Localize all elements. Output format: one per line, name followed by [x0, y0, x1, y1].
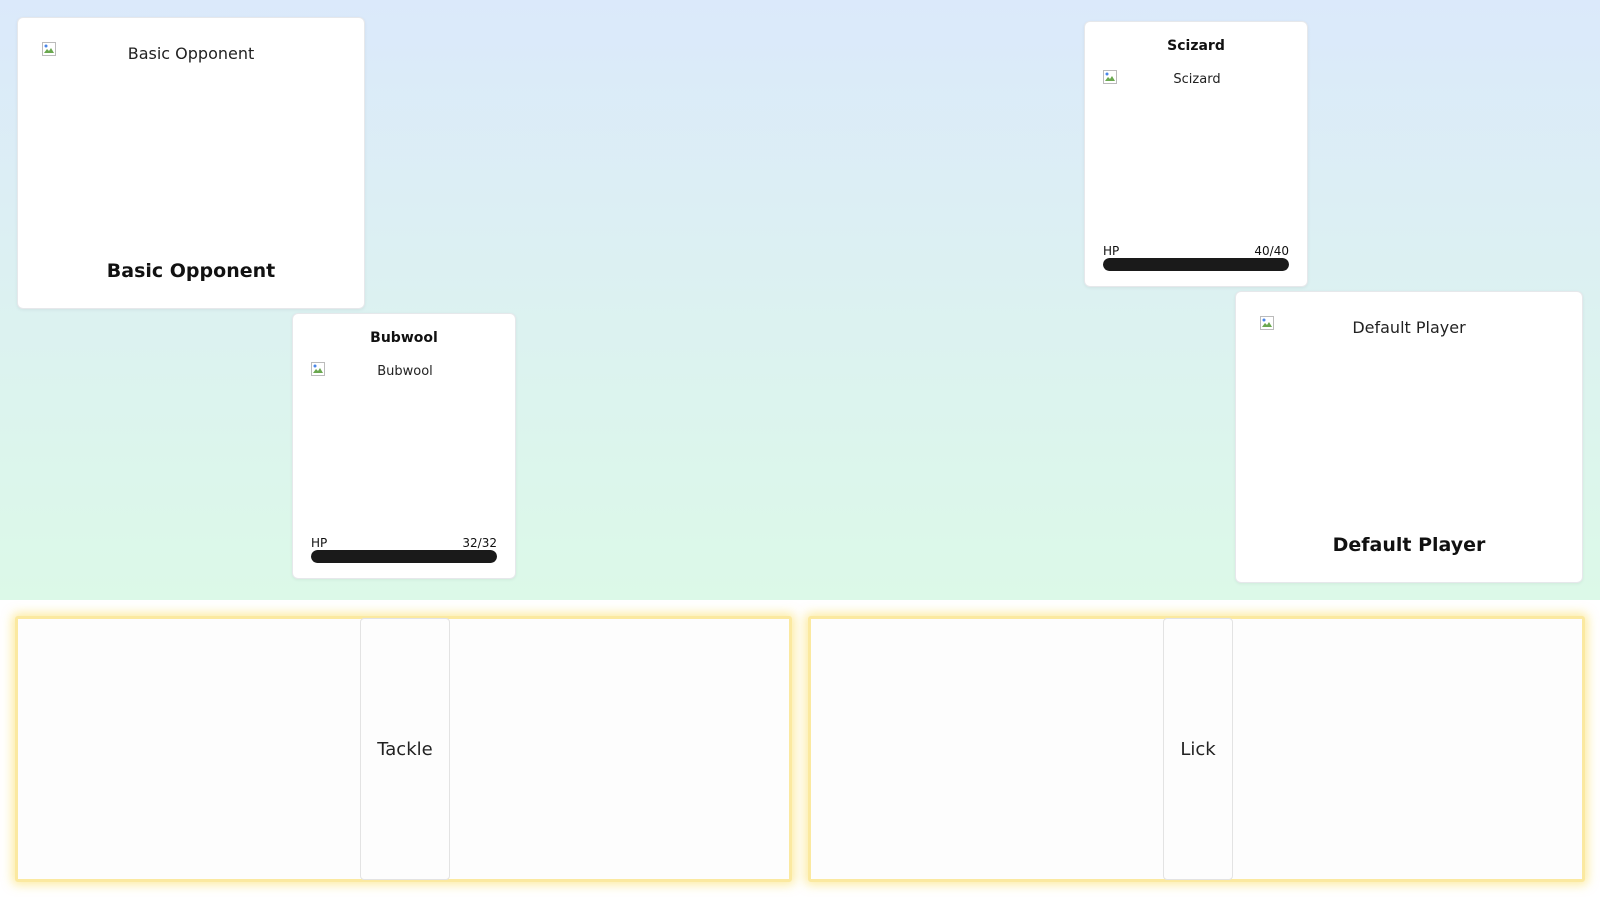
opponent-hp-fill: [311, 550, 497, 563]
player-monster-name: Scizard: [1167, 38, 1225, 54]
opponent-trainer-name: Basic Opponent: [106, 260, 276, 282]
hp-value: 32/32: [462, 536, 497, 550]
opponent-monster-card[interactable]: Bubwool Bubwool HP 32/32: [292, 313, 516, 579]
player-trainer-card: Default Player Default Player: [1235, 291, 1583, 583]
opponent-trainer-card: Basic Opponent Basic Opponent: [17, 17, 365, 309]
player-hp-bar: [1103, 258, 1289, 271]
opponent-monster-name: Bubwool: [370, 330, 438, 346]
player-hp-fill: [1103, 258, 1289, 271]
move-slot-1-panel: Tackle: [15, 616, 792, 882]
move-button-lick[interactable]: Lick: [1163, 618, 1233, 880]
opponent-hp-row: HP 32/32: [311, 536, 497, 550]
hp-value: 40/40: [1254, 244, 1289, 258]
opponent-monster-image: Bubwool: [311, 362, 499, 512]
move-slot-2-panel: Lick: [808, 616, 1585, 882]
player-hp-row: HP 40/40: [1103, 244, 1289, 258]
opponent-monster-image-alt: Bubwool: [377, 364, 433, 379]
player-monster-image: Scizard: [1103, 70, 1291, 220]
opponent-trainer-image: Basic Opponent: [42, 42, 340, 222]
player-monster-card[interactable]: Scizard Scizard HP 40/40: [1084, 21, 1308, 287]
opponent-hp-bar: [311, 550, 497, 563]
player-monster-image-alt: Scizard: [1173, 72, 1221, 87]
opponent-trainer-image-alt: Basic Opponent: [127, 44, 255, 63]
player-trainer-image: Default Player: [1260, 316, 1558, 496]
hp-label: HP: [311, 536, 328, 550]
battle-arena: Basic Opponent Basic Opponent Bubwool Bu…: [0, 0, 1600, 600]
player-trainer-name: Default Player: [1332, 534, 1486, 556]
move-button-tackle[interactable]: Tackle: [360, 618, 450, 880]
player-trainer-image-alt: Default Player: [1352, 318, 1466, 337]
hp-label: HP: [1103, 244, 1120, 258]
